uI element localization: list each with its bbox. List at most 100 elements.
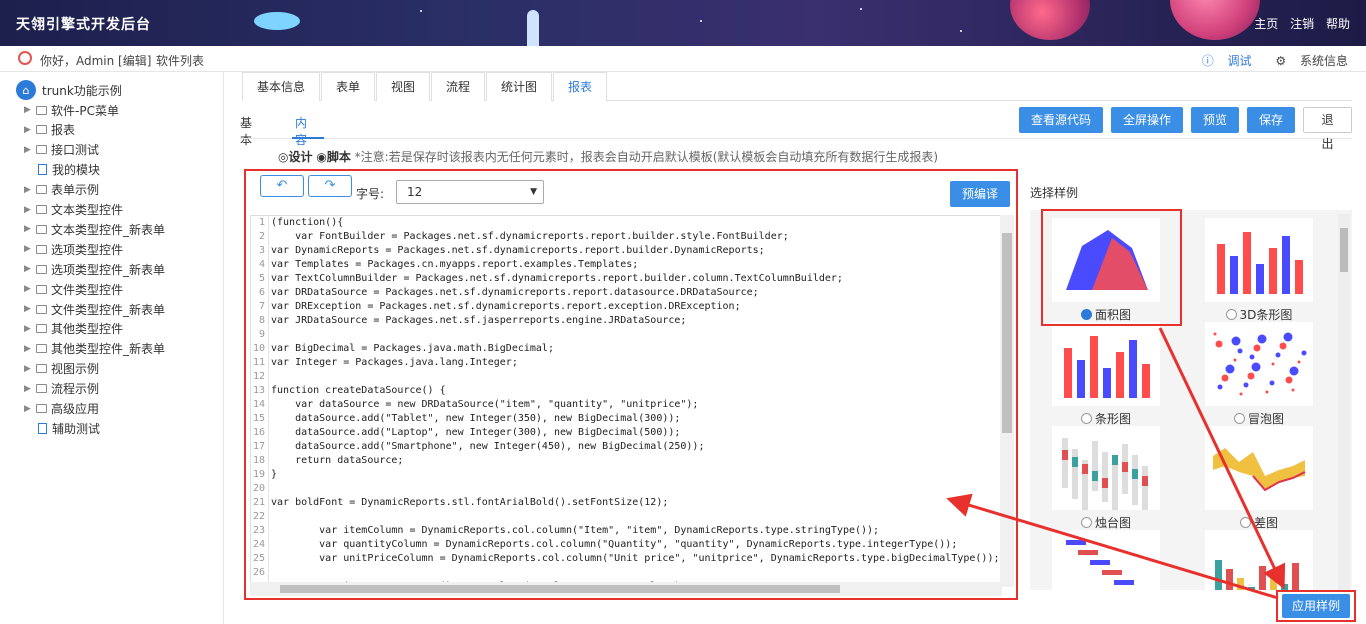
expand-arrow-icon[interactable]: ▶ <box>24 404 36 414</box>
sample-thumbnail[interactable] <box>1052 322 1160 406</box>
sample-thumbnail[interactable] <box>1052 530 1160 590</box>
sidebar-item[interactable]: 我的模块 <box>24 160 100 180</box>
sidebar-item[interactable]: ▶ 流程示例 <box>24 379 99 399</box>
help-link[interactable]: 帮助 <box>1326 17 1350 31</box>
design-radio[interactable]: ◎设计 <box>278 150 313 164</box>
code-line[interactable]: 21 var boldFont = DynamicReports.stl.font… <box>251 496 1001 510</box>
code-line[interactable]: 20 <box>251 482 1001 496</box>
tab-report[interactable]: 报表 <box>553 72 608 102</box>
radio-button[interactable] <box>1080 517 1092 528</box>
scroll-thumb[interactable] <box>1340 228 1348 272</box>
scroll-thumb[interactable] <box>1002 233 1012 433</box>
code-line[interactable]: 11 var Integer = Packages.java.lang.Integ… <box>251 356 1001 370</box>
exit-button[interactable]: 退出 <box>1303 107 1352 151</box>
code-line[interactable]: 15 dataSource.add("Tablet", new Integer(… <box>251 412 1001 426</box>
expand-arrow-icon[interactable]: ▶ <box>24 205 36 215</box>
sidebar-item[interactable]: ▶ 选项类型控件 <box>24 239 123 259</box>
code-line[interactable]: 22 <box>251 510 1001 524</box>
apply-sample-button[interactable]: 应用样例 <box>1282 594 1350 618</box>
subtab-content[interactable]: 内容 <box>295 114 307 148</box>
debug-link[interactable]: ⓘ 调试 <box>1192 54 1252 68</box>
sample-item[interactable]: 差图 <box>1205 426 1313 532</box>
sidebar-item[interactable]: ▶ 报表 <box>24 120 75 140</box>
expand-arrow-icon[interactable]: ▶ <box>24 224 36 234</box>
code-line[interactable]: 13 function createDataSource() { <box>251 384 1001 398</box>
code-line[interactable]: 6 var DRDataSource = Packages.net.sf.dyna… <box>251 286 1001 300</box>
code-line[interactable]: 3 var DynamicReports = Packages.net.sf.dy… <box>251 244 1001 258</box>
code-line[interactable]: 16 dataSource.add("Laptop", new Integer(… <box>251 426 1001 440</box>
undo-button[interactable]: ↶ <box>260 175 304 197</box>
code-line[interactable]: 12 <box>251 370 1001 384</box>
save-button[interactable]: 保存 <box>1247 107 1295 133</box>
expand-arrow-icon[interactable]: ▶ <box>24 324 36 334</box>
code-line[interactable]: 8 var JRDataSource = Packages.net.sf.jasp… <box>251 314 1001 328</box>
sample-thumbnail[interactable] <box>1205 530 1313 590</box>
sample-item[interactable]: 冒泡图 <box>1205 322 1313 428</box>
scroll-thumb[interactable] <box>280 585 840 593</box>
expand-arrow-icon[interactable]: ▶ <box>24 344 36 354</box>
code-line[interactable]: 18 return dataSource; <box>251 454 1001 468</box>
code-line[interactable]: 7 var DRException = Packages.net.sf.dynam… <box>251 300 1001 314</box>
font-size-select[interactable]: 12 ▼ <box>396 180 544 204</box>
sidebar-item[interactable]: ▶ 文件类型控件_新表单 <box>24 299 165 319</box>
tab-flow[interactable]: 流程 <box>431 72 486 101</box>
code-editor[interactable]: 1 (function(){2 var FontBuilder = Package… <box>250 215 1002 589</box>
greeting[interactable]: 你好，Admin [编辑] <box>40 52 151 69</box>
tab-chart[interactable]: 统计图 <box>486 72 553 101</box>
preview-button[interactable]: 预览 <box>1191 107 1239 133</box>
expand-arrow-icon[interactable]: ▶ <box>24 304 36 314</box>
code-line[interactable]: 10 var BigDecimal = Packages.java.math.Bi… <box>251 342 1001 356</box>
expand-arrow-icon[interactable]: ▶ <box>24 244 36 254</box>
redo-button[interactable]: ↷ <box>308 175 352 197</box>
expand-arrow-icon[interactable]: ▶ <box>24 105 36 115</box>
radio-button[interactable] <box>1233 413 1245 424</box>
code-line[interactable]: 4 var Templates = Packages.cn.myapps.repo… <box>251 258 1001 272</box>
expand-arrow-icon[interactable]: ▶ <box>24 125 36 135</box>
sidebar-item[interactable]: ▶ 软件-PC菜单 <box>24 100 119 120</box>
tab-basic-info[interactable]: 基本信息 <box>242 72 321 101</box>
sidebar-item[interactable]: ▶ 接口测试 <box>24 140 99 160</box>
code-line[interactable]: 9 <box>251 328 1001 342</box>
expand-arrow-icon[interactable]: ▶ <box>24 185 36 195</box>
home-link[interactable]: 主页 <box>1254 17 1278 31</box>
sample-thumbnail[interactable] <box>1205 322 1313 406</box>
subtab-basic[interactable]: 基本 <box>240 114 252 148</box>
sample-scrollbar[interactable] <box>1338 214 1350 590</box>
radio-button[interactable] <box>1080 413 1092 424</box>
editor-horizontal-scrollbar[interactable] <box>250 582 1002 596</box>
sidebar-item[interactable]: ▶ 其他类型控件 <box>24 319 123 339</box>
code-line[interactable]: 5 var TextColumnBuilder = Packages.net.sf… <box>251 272 1001 286</box>
radio-button[interactable] <box>1239 517 1251 528</box>
code-line[interactable]: 2 var FontBuilder = Packages.net.sf.dyna… <box>251 230 1001 244</box>
sample-item[interactable]: 3D条形图 <box>1205 218 1313 324</box>
radio-button[interactable] <box>1225 309 1237 320</box>
sample-item[interactable] <box>1052 530 1160 590</box>
sidebar-item[interactable]: ▶ 文本类型控件_新表单 <box>24 219 165 239</box>
sidebar-item[interactable]: ▶ 其他类型控件_新表单 <box>24 339 165 359</box>
expand-arrow-icon[interactable]: ▶ <box>24 384 36 394</box>
view-source-button[interactable]: 查看源代码 <box>1019 107 1103 133</box>
expand-arrow-icon[interactable]: ▶ <box>24 364 36 374</box>
sample-thumbnail[interactable] <box>1205 426 1313 510</box>
code-line[interactable]: 14 var dataSource = new DRDataSource("it… <box>251 398 1001 412</box>
sidebar-item[interactable]: 辅助测试 <box>24 418 100 438</box>
script-radio[interactable]: ◉脚本 <box>316 150 351 164</box>
precompile-button[interactable]: 预编译 <box>950 181 1011 207</box>
system-info-link[interactable]: ⚙ 系统信息 <box>1265 54 1348 68</box>
tab-view[interactable]: 视图 <box>376 72 431 101</box>
sidebar-item[interactable]: ▶ 表单示例 <box>24 180 99 200</box>
editor-vertical-scrollbar[interactable] <box>1000 215 1014 587</box>
fullscreen-button[interactable]: 全屏操作 <box>1111 107 1183 133</box>
code-line[interactable]: 17 dataSource.add("Smartphone", new Inte… <box>251 440 1001 454</box>
expand-arrow-icon[interactable]: ▶ <box>24 284 36 294</box>
expand-arrow-icon[interactable]: ▶ <box>24 264 36 274</box>
code-line[interactable]: 19} <box>251 468 1001 482</box>
sidebar-item[interactable]: ▶ 文件类型控件 <box>24 279 123 299</box>
sidebar-item[interactable]: ▶ 高级应用 <box>24 399 99 419</box>
tab-form[interactable]: 表单 <box>321 72 376 101</box>
sample-item[interactable]: 条形图 <box>1052 322 1160 428</box>
code-line[interactable]: 25 var unitPriceColumn = DynamicReports.… <box>251 552 1001 566</box>
expand-arrow-icon[interactable]: ▶ <box>24 145 36 155</box>
logout-link[interactable]: 注销 <box>1290 17 1314 31</box>
sidebar-item[interactable]: ▶ 文本类型控件 <box>24 200 123 220</box>
